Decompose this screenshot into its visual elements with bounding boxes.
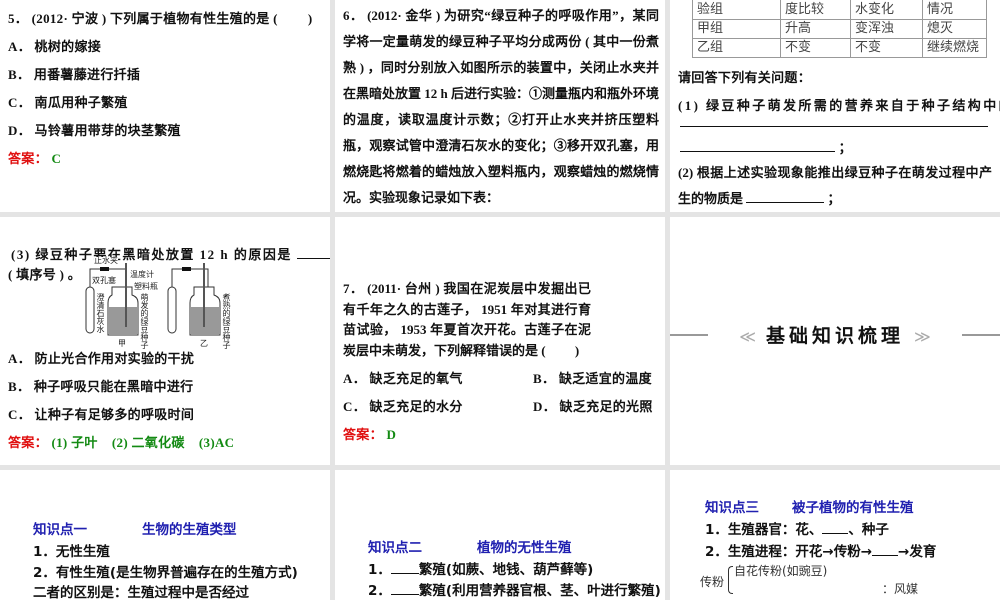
section-title: 基础知识梳理 — [765, 325, 904, 347]
knowledge-title: 被子植物的有性生殖 — [792, 500, 914, 516]
header-cell: 与瓶外温度比较 — [780, 0, 851, 20]
option-a: A． 桃树的嫁接 — [8, 39, 102, 54]
slide-q5: 5． (2012· 宁波 ) 下列属于植物有性生殖的是 ( ) A． 桃树的嫁接… — [0, 0, 330, 212]
answer-label: 答案： — [343, 427, 383, 442]
wind-pollination: ：风媒 — [882, 582, 919, 596]
header-cell: 澄清石灰水变化 — [850, 0, 923, 20]
question-3-end: ( 填序号 ) 。 — [8, 267, 82, 282]
answer-value: D — [386, 427, 397, 442]
label-clamp: 止水夹 — [94, 256, 118, 265]
line: 2．有性生殖(是生物界普遍存在的生殖方式) — [33, 565, 298, 581]
knowledge-label: 知识点三 — [705, 500, 759, 516]
line-prefix: 1． — [368, 562, 391, 578]
option-b: B． 缺乏适宜的温度 — [533, 371, 652, 386]
slide-knowledge-3: 知识点三 被子植物的有性生殖 1．生殖器官：花、 、种子 2．生殖进程：开花→传粉… — [670, 470, 1000, 600]
answer-label: 答案： — [8, 151, 48, 166]
section-heading: ≪ 基础知识梳理 ≫ — [670, 321, 1000, 348]
answer-blank — [746, 191, 825, 203]
line-text: →发育 — [898, 544, 937, 560]
option-d: D． 马铃薯用带芽的块茎繁殖 — [8, 123, 181, 138]
answer-label: 答案： — [8, 435, 48, 450]
header-cell: 实验现象 实验组 — [692, 0, 781, 20]
answer: 答案： (1) 子叶 (2) 二氧化碳 (3)AC — [8, 432, 234, 451]
answer-part: (3)AC — [198, 435, 235, 450]
brace-icon — [728, 566, 733, 594]
answer-value: C — [51, 151, 62, 166]
knowledge-title: 生物的生殖类型 — [142, 522, 237, 538]
chevrons-left-icon: ≪ — [739, 329, 756, 346]
slide-knowledge-2: 知识点二 植物的无性生殖 1． 繁殖(如蕨、地钱、葫芦藓等) 2． 繁殖(利用营养器… — [335, 470, 665, 600]
results-table: 实验现象 实验组 与瓶外温度比较 澄清石灰水变化 蜡烛燃烧情况 甲组升高变浑浊熄… — [692, 0, 987, 58]
pollination-label: 传粉 — [700, 575, 725, 589]
apparatus-diagram: 止水夹 温度计 双孔塞 塑料瓶 澄清石灰水 萌发的绿豆种子 煮熟的绿豆种子 甲 … — [78, 257, 243, 349]
line: 2． 繁殖(利用营养器官根、茎、叶进行繁殖) — [368, 579, 661, 599]
cell: 继续燃烧 — [922, 38, 987, 58]
line: 2．生殖进程：开花→传粉→ →发育 — [705, 540, 936, 560]
option-d: D． 缺乏充足的光照 — [533, 399, 653, 414]
cell: 不变 — [850, 38, 923, 58]
table-row: 乙组 不变 不变 继续燃烧 — [692, 38, 987, 58]
question-2: (2) 根据上述实验现象能推出绿豆种子在萌发过程中产生的物质是 ； — [678, 160, 992, 212]
question-1: (1) 绿豆种子萌发所需的营养来自于种子结构中的 — [678, 98, 1000, 113]
cell: 熄灭 — [922, 19, 987, 39]
line: 1． 繁殖(如蕨、地钱、葫芦藓等) — [368, 558, 593, 578]
label-boiled-seeds: 煮熟的绿豆种子 — [222, 293, 231, 349]
punct: ； — [838, 140, 852, 155]
cell: 不变 — [780, 38, 851, 58]
chevrons-right-icon: ≫ — [914, 329, 931, 346]
cell: 变浑浊 — [850, 19, 923, 39]
option-a: A． 缺乏充足的氧气 — [343, 371, 463, 386]
slide-q7: 7． (2011· 台州 ) 我国在泥炭层中发掘出已有千年之久的古莲子， 195… — [335, 217, 665, 465]
punct: ； — [827, 191, 841, 206]
cell: 升高 — [780, 19, 851, 39]
label-germinating-seeds: 萌发的绿豆种子 — [140, 293, 149, 349]
line-prefix: 2． — [368, 583, 391, 599]
slide-q6-part3: (3) 绿豆种子要在黑暗处放置 12 h 的原因是 ( 填序号 ) 。 止水夹 … — [0, 217, 330, 465]
question-stem: 7． (2011· 台州 ) 我国在泥炭层中发掘出已有千年之久的古莲子， 195… — [343, 281, 591, 358]
line-text: 繁殖(利用营养器官根、茎、叶进行繁殖) — [418, 583, 661, 599]
answer: 答案： C — [8, 148, 61, 167]
answer-blank — [680, 126, 988, 127]
answer-part: (1) 子叶 — [51, 435, 98, 450]
option-b: B． 种子呼吸只能在黑暗中进行 — [8, 379, 194, 394]
label-bottle: 塑料瓶 — [134, 282, 158, 291]
self-pollination: 自花传粉(如豌豆) — [734, 564, 828, 578]
cell: 乙组 — [692, 38, 781, 58]
question-stem: 6． (2012· 金华 ) 为研究“绿豆种子的呼吸作用”，某同学将一定量萌发的… — [343, 8, 659, 205]
question-1-end: ； — [680, 137, 852, 156]
option-a: A． 防止光合作用对实验的干扰 — [8, 351, 195, 366]
table-row: 甲组 升高 变浑浊 熄灭 — [692, 19, 987, 39]
line-prefix: 1．生殖器官：花、 — [705, 522, 823, 538]
label-yi: 乙 — [200, 339, 208, 348]
slide-q6: 6． (2012· 金华 ) 为研究“绿豆种子的呼吸作用”，某同学将一定量萌发的… — [335, 0, 665, 212]
line-text: 繁殖(如蕨、地钱、葫芦藓等) — [418, 562, 594, 578]
apparatus-yi — [167, 263, 221, 336]
label-stopper: 双孔塞 — [92, 276, 116, 285]
question-stem: 5． (2012· 宁波 ) 下列属于植物有性生殖的是 ( ) — [8, 11, 313, 26]
slide-knowledge-1: 知识点一 生物的生殖类型 1．无性生殖 2．有性生殖(是生物界普遍存在的生殖方式… — [0, 470, 330, 600]
slide-q6-table: 实验现象 实验组 与瓶外温度比较 澄清石灰水变化 蜡烛燃烧情况 甲组升高变浑浊熄… — [670, 0, 1000, 212]
line: 1．无性生殖 — [33, 544, 110, 560]
option-b: B． 用番薯藤进行扦插 — [8, 67, 141, 82]
knowledge-label: 知识点一 — [33, 522, 87, 538]
label-thermometer: 温度计 — [130, 270, 154, 279]
line: 1．生殖器官：花、 、种子 — [705, 518, 889, 538]
cell: 甲组 — [692, 19, 781, 39]
slide-section-title: ≪ 基础知识梳理 ≫ — [670, 217, 1000, 465]
answer: 答案： D — [343, 424, 396, 443]
knowledge-title: 植物的无性生殖 — [477, 540, 572, 556]
option-c: C． 缺乏充足的水分 — [343, 399, 463, 414]
option-c: C． 南瓜用种子繁殖 — [8, 95, 128, 110]
questions-intro: 请回答下列有关问题： — [678, 70, 812, 85]
line: 二者的区别是：生殖过程中是否经过 — [33, 585, 249, 600]
answer-part: (2) 二氧化碳 — [111, 435, 185, 450]
option-c: C． 让种子有足够多的呼吸时间 — [8, 407, 195, 422]
knowledge-label: 知识点二 — [368, 540, 422, 556]
table-header: 实验现象 实验组 与瓶外温度比较 澄清石灰水变化 蜡烛燃烧情况 — [692, 0, 987, 20]
line-text: 、种子 — [848, 522, 889, 538]
label-jia: 甲 — [118, 339, 126, 348]
label-limewater: 澄清石灰水 — [96, 293, 105, 333]
line-prefix: 2．生殖进程：开花→传粉→ — [705, 544, 873, 560]
header-cell: 蜡烛燃烧情况 — [922, 0, 987, 20]
